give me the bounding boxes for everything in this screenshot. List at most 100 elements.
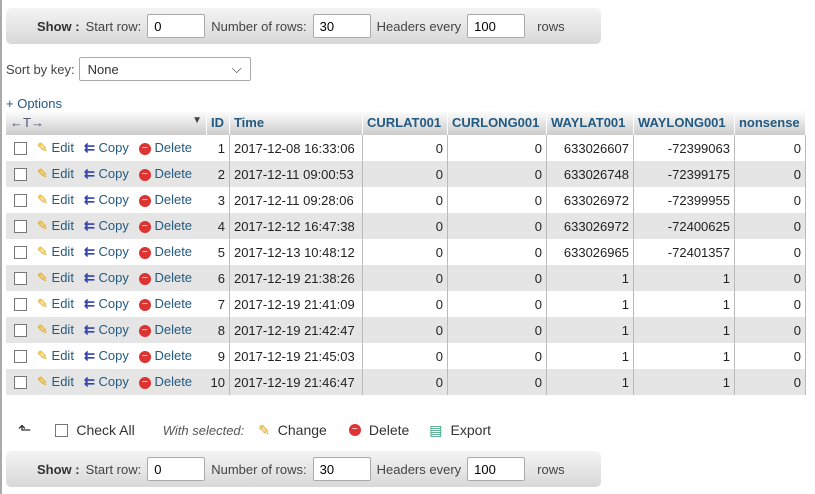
cell-curlat001[interactable]: 0 bbox=[362, 187, 448, 213]
cell-nonsense[interactable]: 0 bbox=[734, 265, 806, 291]
cell-waylat001[interactable]: 1 bbox=[546, 265, 634, 291]
edit-link[interactable]: ✎ Edit bbox=[37, 140, 74, 155]
delete-link[interactable]: − Delete bbox=[138, 218, 192, 233]
cell-id[interactable]: 10 bbox=[206, 369, 230, 395]
cell-curlong001[interactable]: 0 bbox=[447, 135, 547, 161]
delete-link[interactable]: − Delete bbox=[138, 322, 192, 337]
cell-curlong001[interactable]: 0 bbox=[447, 213, 547, 239]
cell-nonsense[interactable]: 0 bbox=[734, 343, 806, 369]
cell-curlat001[interactable]: 0 bbox=[362, 239, 448, 265]
cell-curlong001[interactable]: 0 bbox=[447, 291, 547, 317]
copy-link[interactable]: ⇇ Copy bbox=[84, 270, 129, 285]
cell-curlat001[interactable]: 0 bbox=[362, 317, 448, 343]
column-header[interactable]: ID bbox=[206, 110, 230, 135]
edit-link[interactable]: ✎ Edit bbox=[37, 166, 74, 181]
cell-waylong001[interactable]: -72399955 bbox=[633, 187, 735, 213]
cell-nonsense[interactable]: 0 bbox=[734, 187, 806, 213]
cell-curlat001[interactable]: 0 bbox=[362, 161, 448, 187]
cell-curlong001[interactable]: 0 bbox=[447, 369, 547, 395]
edit-link[interactable]: ✎ Edit bbox=[37, 218, 74, 233]
row-checkbox[interactable] bbox=[14, 168, 27, 182]
delete-link[interactable]: − Delete bbox=[138, 166, 192, 181]
cell-curlong001[interactable]: 0 bbox=[447, 187, 547, 213]
cell-id[interactable]: 2 bbox=[206, 161, 230, 187]
cell-curlong001[interactable]: 0 bbox=[447, 239, 547, 265]
row-checkbox[interactable] bbox=[14, 298, 27, 312]
row-checkbox[interactable] bbox=[14, 246, 27, 260]
edit-link[interactable]: ✎ Edit bbox=[37, 296, 74, 311]
check-all-label[interactable]: Check All bbox=[76, 422, 134, 438]
edit-link[interactable]: ✎ Edit bbox=[37, 244, 74, 259]
cell-nonsense[interactable]: 0 bbox=[734, 239, 806, 265]
cell-nonsense[interactable]: 0 bbox=[734, 291, 806, 317]
cell-waylong001[interactable]: -72399175 bbox=[633, 161, 735, 187]
cell-waylat001[interactable]: 1 bbox=[546, 343, 634, 369]
triangle-down-icon[interactable]: ▼ bbox=[192, 115, 202, 126]
copy-link[interactable]: ⇇ Copy bbox=[84, 192, 129, 207]
cell-curlong001[interactable]: 0 bbox=[447, 161, 547, 187]
cell-id[interactable]: 3 bbox=[206, 187, 230, 213]
column-header[interactable]: WAYLAT001 bbox=[546, 110, 634, 135]
cell-waylong001[interactable]: 1 bbox=[633, 291, 735, 317]
column-resize-header[interactable]: ←T→ ▼ bbox=[6, 110, 207, 135]
change-button[interactable]: Change bbox=[278, 422, 327, 438]
cell-time[interactable]: 2017-12-19 21:41:09 bbox=[229, 291, 363, 317]
cell-waylat001[interactable]: 633026607 bbox=[546, 135, 634, 161]
cell-curlat001[interactable]: 0 bbox=[362, 265, 448, 291]
cell-nonsense[interactable]: 0 bbox=[734, 317, 806, 343]
copy-link[interactable]: ⇇ Copy bbox=[84, 244, 129, 259]
cell-curlong001[interactable]: 0 bbox=[447, 317, 547, 343]
export-button[interactable]: Export bbox=[451, 422, 491, 438]
copy-link[interactable]: ⇇ Copy bbox=[84, 140, 129, 155]
cell-waylat001[interactable]: 633026972 bbox=[546, 213, 634, 239]
start-row-input[interactable] bbox=[147, 457, 206, 481]
sort-by-key-select[interactable]: None ⌵ bbox=[78, 57, 251, 81]
cell-waylong001[interactable]: 1 bbox=[633, 265, 735, 291]
edit-link[interactable]: ✎ Edit bbox=[37, 348, 74, 363]
row-checkbox[interactable] bbox=[14, 220, 27, 234]
edit-link[interactable]: ✎ Edit bbox=[37, 270, 74, 285]
cell-id[interactable]: 5 bbox=[206, 239, 230, 265]
copy-link[interactable]: ⇇ Copy bbox=[84, 348, 129, 363]
cell-time[interactable]: 2017-12-12 16:47:38 bbox=[229, 213, 363, 239]
copy-link[interactable]: ⇇ Copy bbox=[84, 166, 129, 181]
cell-time[interactable]: 2017-12-19 21:38:26 bbox=[229, 265, 363, 291]
cell-nonsense[interactable]: 0 bbox=[734, 135, 806, 161]
cell-curlat001[interactable]: 0 bbox=[362, 369, 448, 395]
edit-link[interactable]: ✎ Edit bbox=[37, 192, 74, 207]
column-header[interactable]: CURLAT001 bbox=[362, 110, 448, 135]
cell-waylat001[interactable]: 633026748 bbox=[546, 161, 634, 187]
delete-link[interactable]: − Delete bbox=[138, 296, 192, 311]
cell-curlong001[interactable]: 0 bbox=[447, 343, 547, 369]
cell-time[interactable]: 2017-12-13 10:48:12 bbox=[229, 239, 363, 265]
edit-link[interactable]: ✎ Edit bbox=[37, 374, 74, 389]
start-row-input[interactable] bbox=[147, 14, 206, 38]
cell-waylong001[interactable]: 1 bbox=[633, 343, 735, 369]
delete-link[interactable]: − Delete bbox=[138, 140, 192, 155]
headers-every-input[interactable] bbox=[467, 457, 526, 481]
column-header[interactable]: CURLONG001 bbox=[447, 110, 547, 135]
cell-id[interactable]: 9 bbox=[206, 343, 230, 369]
copy-link[interactable]: ⇇ Copy bbox=[84, 218, 129, 233]
cell-nonsense[interactable]: 0 bbox=[734, 213, 806, 239]
row-checkbox[interactable] bbox=[14, 324, 27, 338]
headers-every-input[interactable] bbox=[467, 14, 526, 38]
cell-id[interactable]: 8 bbox=[206, 317, 230, 343]
cell-waylat001[interactable]: 1 bbox=[546, 317, 634, 343]
delete-link[interactable]: − Delete bbox=[138, 348, 192, 363]
number-of-rows-input[interactable] bbox=[312, 14, 371, 38]
copy-link[interactable]: ⇇ Copy bbox=[84, 374, 129, 389]
cell-id[interactable]: 1 bbox=[206, 135, 230, 161]
check-all-checkbox[interactable] bbox=[55, 423, 69, 437]
column-header[interactable]: Time bbox=[229, 110, 363, 135]
cell-id[interactable]: 7 bbox=[206, 291, 230, 317]
edit-link[interactable]: ✎ Edit bbox=[37, 322, 74, 337]
options-link[interactable]: + Options bbox=[6, 96, 62, 111]
column-header[interactable]: nonsense bbox=[734, 110, 806, 135]
cell-nonsense[interactable]: 0 bbox=[734, 161, 806, 187]
delete-button[interactable]: Delete bbox=[369, 422, 409, 438]
cell-waylong001[interactable]: -72399063 bbox=[633, 135, 735, 161]
row-checkbox[interactable] bbox=[14, 194, 27, 208]
column-header[interactable]: WAYLONG001 bbox=[633, 110, 735, 135]
cell-time[interactable]: 2017-12-11 09:00:53 bbox=[229, 161, 363, 187]
